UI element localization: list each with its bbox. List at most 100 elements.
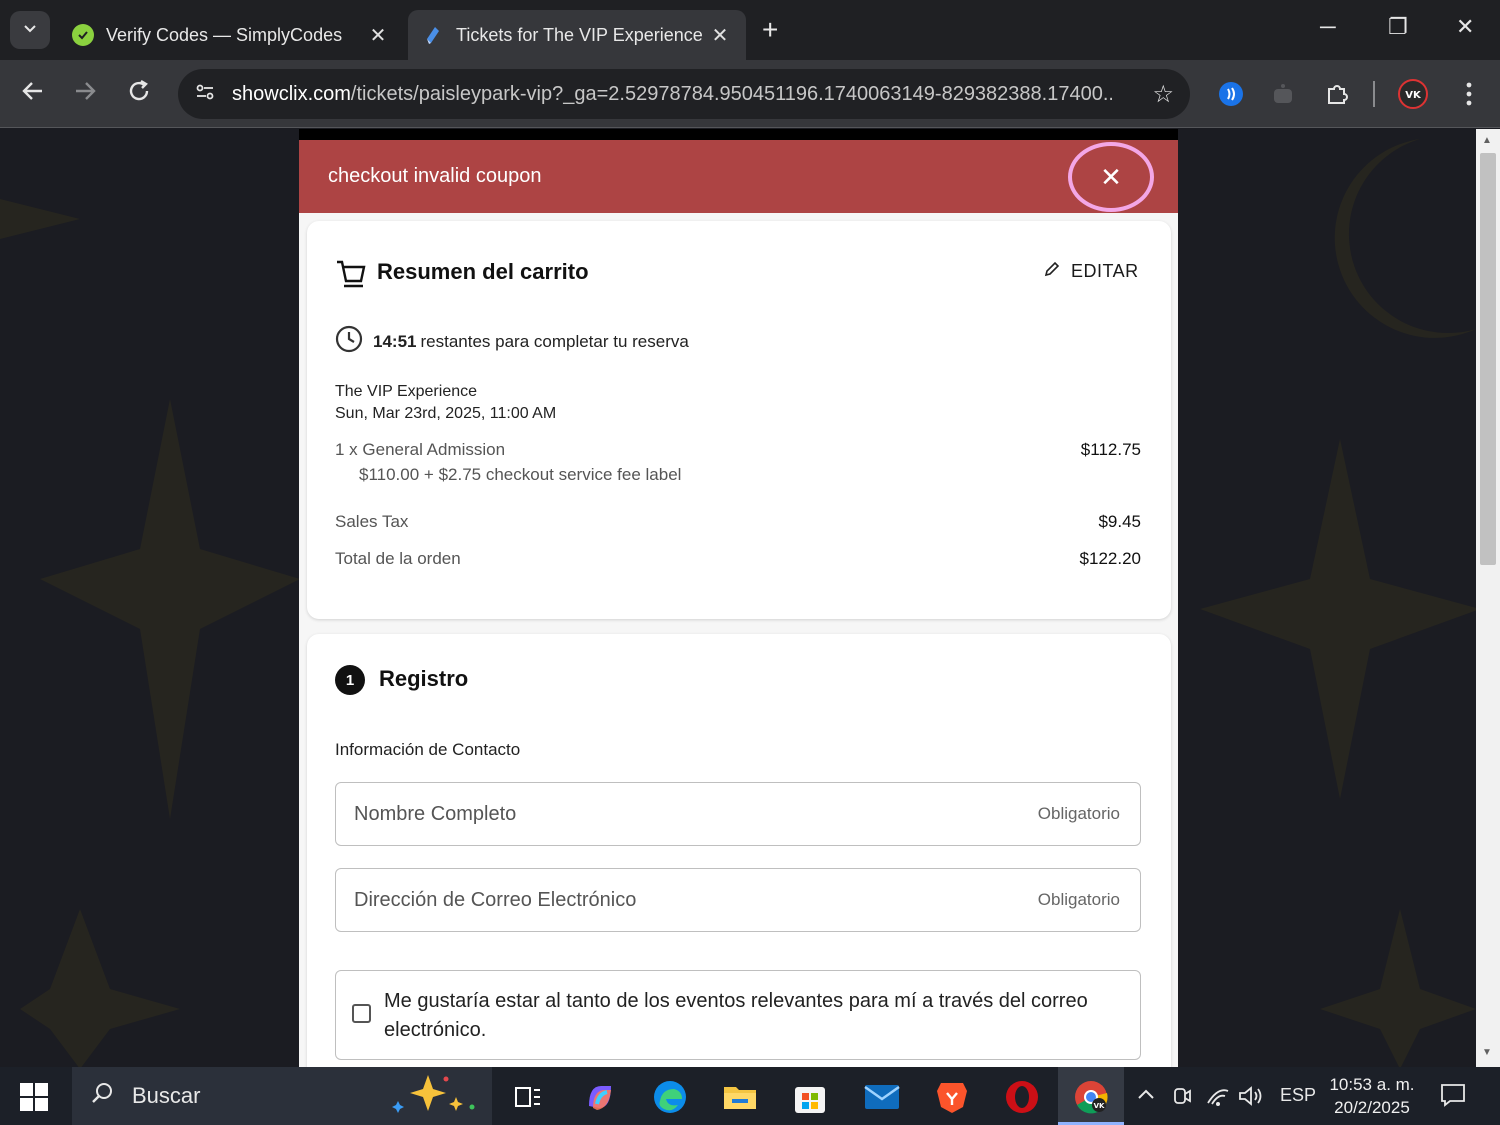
edit-cart-button[interactable]: EDITAR [1043,260,1139,283]
task-view-icon[interactable] [510,1079,546,1115]
event-date: Sun, Mar 23rd, 2025, 11:00 AM [335,405,557,422]
background-star-icon [40,399,300,819]
required-label: Obligatorio [1037,890,1120,909]
toolbar-divider [1372,79,1376,109]
email-input[interactable]: Dirección de Correo Electrónico Obligato… [335,868,1141,932]
minimize-button[interactable]: ─ [1320,14,1336,40]
address-bar[interactable]: showclix.com/tickets/paisleypark-vip?_ga… [178,69,1190,119]
tab-simplycodes[interactable]: Verify Codes — SimplyCodes ✕ [58,10,404,60]
full-name-input[interactable]: Nombre Completo Obligatorio [335,782,1141,846]
tab-search-button[interactable] [10,11,50,49]
email-placeholder: Dirección de Correo Electrónico [354,888,637,911]
windows-taskbar: Buscar VK ESP 10:53 a. m. 20/2/2025 [0,1067,1500,1125]
browser-menu-icon[interactable] [1454,79,1484,109]
reservation-timer: 14:51 restantes para completar tu reserv… [335,325,689,358]
extension-robot-icon[interactable] [1268,79,1298,109]
edit-label: EDITAR [1071,261,1139,281]
brave-browser-icon[interactable] [934,1079,970,1115]
copilot-sparkle-icon[interactable] [388,1071,478,1121]
email-opt-in-checkbox[interactable] [352,1004,371,1023]
event-name: The VIP Experience [335,383,478,400]
system-clock[interactable]: 10:53 a. m. 20/2/2025 [1322,1073,1422,1119]
tab-showclix[interactable]: Tickets for The VIP Experience in ✕ [408,10,746,60]
background-moon-icon [1334,139,1476,338]
alert-close-button[interactable]: ✕ [1068,142,1154,212]
tax-label: Sales Tax [335,512,409,531]
copilot-app-icon[interactable] [582,1079,618,1115]
chrome-browser-icon[interactable]: VK [1073,1079,1109,1115]
input-language[interactable]: ESP [1280,1085,1316,1106]
showclix-favicon-icon [422,24,444,46]
timer-value: 14:51 [373,331,417,351]
close-window-button[interactable]: ✕ [1456,14,1474,40]
browser-tab-strip: Verify Codes — SimplyCodes ✕ Tickets for… [0,0,1500,60]
web-page: checkout invalid coupon ✕ Resumen del ca… [0,129,1476,1067]
url-text: showclix.com/tickets/paisleypark-vip?_ga… [232,82,1112,105]
line-item: 1 x General Admission [335,440,506,459]
step-number-badge: 1 [335,665,365,695]
volume-icon[interactable] [1238,1085,1264,1112]
extensions-puzzle-icon[interactable] [1322,79,1352,109]
search-label: Buscar [132,1083,201,1108]
tray-overflow-chevron-icon[interactable] [1136,1085,1156,1110]
site-info-icon[interactable] [194,81,216,108]
taskbar-search[interactable]: Buscar [72,1067,492,1125]
page-scrollbar[interactable]: ▲ ▼ [1476,129,1500,1067]
scrollbar-thumb[interactable] [1480,153,1496,565]
bookmark-star-icon[interactable]: ☆ [1152,80,1174,109]
clock-date: 20/2/2025 [1334,1098,1410,1117]
pencil-icon [1043,260,1061,283]
tray-meet-icon[interactable] [1172,1085,1192,1112]
error-alert: checkout invalid coupon ✕ [299,140,1178,213]
edge-browser-icon[interactable] [652,1079,688,1115]
registration-card: 1 Registro Información de Contacto Nombr… [307,634,1171,1067]
windows-start-icon[interactable] [20,1083,48,1111]
extension-wave-icon[interactable] [1216,79,1246,109]
cart-icon [335,259,367,294]
checkout-panel: checkout invalid coupon ✕ Resumen del ca… [299,129,1178,1067]
forward-icon[interactable] [72,78,98,111]
tab-title: Tickets for The VIP Experience in [456,24,708,45]
email-opt-in: Me gustaría estar al tanto de los evento… [335,970,1141,1060]
browser-toolbar: showclix.com/tickets/paisleypark-vip?_ga… [0,60,1500,128]
total-label: Total de la orden [335,549,461,568]
background-moon-icon [20,909,180,1067]
clock-icon [335,325,363,358]
background-star-icon [1320,909,1476,1067]
fee-breakdown: $110.00 + $2.75 checkout service fee lab… [359,465,682,484]
svg-text:VK: VK [1405,90,1422,101]
restore-button[interactable]: ❐ [1388,14,1408,40]
required-label: Obligatorio [1037,804,1120,823]
mail-icon[interactable] [864,1079,900,1115]
total-value: $122.20 [1079,549,1141,568]
svg-text:VK: VK [1094,1102,1105,1110]
email-opt-in-label[interactable]: Me gustaría estar al tanto de los evento… [384,987,1124,1045]
chevron-down-icon [22,20,38,41]
tab-title: Verify Codes — SimplyCodes [106,24,343,45]
new-tab-button[interactable]: + [762,14,778,46]
notification-center-icon[interactable] [1440,1083,1466,1112]
timer-text: restantes para completar tu reserva [420,331,689,351]
profile-avatar[interactable]: VK [1398,79,1428,109]
registration-title: Registro [379,666,469,691]
tab-close-icon[interactable]: ✕ [708,23,732,48]
wifi-icon[interactable] [1206,1085,1230,1112]
clock-time: 10:53 a. m. [1329,1075,1415,1094]
background-star-icon [1200,439,1476,799]
microsoft-store-icon[interactable] [792,1079,828,1115]
line-item-price: $112.75 [1080,440,1141,459]
background-star-icon [0,199,80,239]
opera-browser-icon[interactable] [1004,1079,1040,1115]
close-icon: ✕ [1100,161,1122,192]
cart-summary-card: Resumen del carrito EDITAR 14:51 restant… [307,221,1171,619]
cart-summary-title: Resumen del carrito [377,259,589,284]
scroll-up-icon[interactable]: ▲ [1482,135,1492,146]
alert-message: checkout invalid coupon [328,165,542,187]
tab-close-icon[interactable]: ✕ [366,23,390,48]
file-explorer-icon[interactable] [722,1079,758,1115]
scroll-down-icon[interactable]: ▼ [1482,1047,1492,1058]
tax-value: $9.45 [1098,512,1141,531]
search-icon [90,1081,114,1111]
back-icon[interactable] [20,78,46,111]
reload-icon[interactable] [126,78,152,111]
